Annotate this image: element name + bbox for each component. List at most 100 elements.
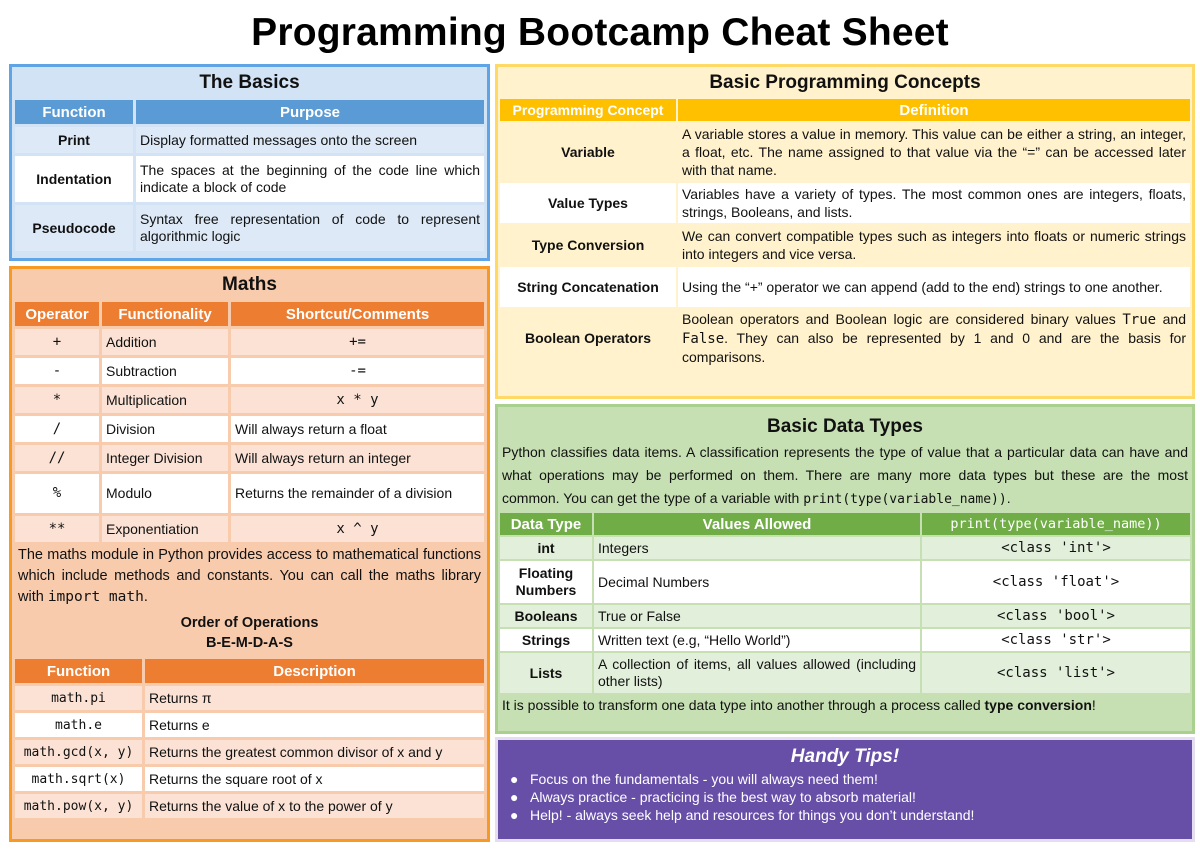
datatypes-intro: Python classifies data items. A classifi… [498, 441, 1192, 511]
function-cell: math.pi [15, 686, 142, 710]
tip-text: Help! - always seek help and resources f… [530, 807, 975, 823]
table-header-row: Operator Functionality Shortcut/Comments [15, 302, 484, 326]
operators-table: Operator Functionality Shortcut/Comments… [12, 299, 487, 545]
basics-table: Function Purpose Print Display formatted… [12, 97, 487, 254]
function-cell: math.sqrt(x) [15, 767, 142, 791]
table-row: math.pow(x, y) Returns the value of x to… [15, 794, 484, 818]
definition-cell: Variables have a variety of types. The m… [678, 183, 1190, 223]
header-definition: Definition [678, 99, 1190, 121]
datatypes-panel: Basic Data Types Python classifies data … [495, 404, 1195, 734]
math-module-text-end: . [143, 589, 148, 605]
print-type-code: print(type(variable_name)) [803, 492, 1007, 507]
table-row: + Addition += [15, 329, 484, 355]
header-function: Function [15, 100, 133, 124]
concepts-table: Programming Concept Definition Variable … [498, 97, 1192, 369]
datatypes-table: Data Type Values Allowed print(type(vari… [498, 511, 1192, 695]
values-cell: A collection of items, all values allowe… [594, 653, 920, 693]
definition-cell: A variable stores a value in memory. Thi… [678, 123, 1190, 181]
list-item: ● Help! - always seek help and resources … [510, 806, 1192, 824]
list-item: ● Focus on the fundamentals - you will al… [510, 770, 1192, 788]
order-title: Order of Operations [180, 615, 319, 631]
header-function: Function [15, 659, 142, 683]
definition-cell: Using the “+” operator we can append (ad… [678, 267, 1190, 307]
table-row: int Integers <class 'int'> [500, 537, 1190, 559]
concept-cell: String Concatenation [500, 267, 676, 307]
table-row: Variable A variable stores a value in me… [500, 123, 1190, 181]
output-cell: <class 'float'> [922, 561, 1190, 603]
tips-list: ● Focus on the fundamentals - you will al… [498, 770, 1192, 824]
operator-cell: - [15, 358, 99, 384]
type-cell: Strings [500, 629, 592, 651]
output-cell: <class 'list'> [922, 653, 1190, 693]
table-header-row: Data Type Values Allowed print(type(vari… [500, 513, 1190, 535]
output-cell: <class 'int'> [922, 537, 1190, 559]
functionality-cell: Division [102, 416, 228, 442]
function-cell: math.gcd(x, y) [15, 740, 142, 764]
header-description: Description [145, 659, 484, 683]
table-row: math.e Returns e [15, 713, 484, 737]
type-cell: int [500, 537, 592, 559]
maths-panel: Maths Operator Functionality Shortcut/Co… [9, 266, 490, 842]
concepts-title: Basic Programming Concepts [709, 72, 981, 93]
operator-cell: ** [15, 516, 99, 542]
description-cell: Returns the greatest common divisor of x… [145, 740, 484, 764]
order-of-operations: Order of Operations B-E-M-D-A-S [12, 613, 487, 653]
purpose-cell: Syntax free representation of code to re… [136, 205, 484, 251]
description-cell: Returns π [145, 686, 484, 710]
concept-cell: Type Conversion [500, 225, 676, 265]
comment-cell: Will always return an integer [231, 445, 484, 471]
definition-cell: We can convert compatible types such as … [678, 225, 1190, 265]
table-row: math.sqrt(x) Returns the square root of … [15, 767, 484, 791]
definition-text: Boolean operators and Boolean logic are … [682, 311, 1123, 327]
operator-cell: % [15, 474, 99, 513]
header-functionality: Functionality [102, 302, 228, 326]
operator-cell: + [15, 329, 99, 355]
functionality-cell: Integer Division [102, 445, 228, 471]
table-header-row: Function Description [15, 659, 484, 683]
table-row: String Concatenation Using the “+” opera… [500, 267, 1190, 307]
comment-cell: -= [231, 358, 484, 384]
bullet-icon: ● [510, 807, 519, 823]
basics-title: The Basics [199, 72, 300, 93]
function-cell: Pseudocode [15, 205, 133, 251]
header-shortcut: Shortcut/Comments [231, 302, 484, 326]
table-row: - Subtraction -= [15, 358, 484, 384]
table-row: math.gcd(x, y) Returns the greatest comm… [15, 740, 484, 764]
tip-text: Always practice - practicing is the best… [530, 789, 916, 805]
math-module-description: The maths module in Python provides acce… [12, 545, 487, 608]
output-cell: <class 'str'> [922, 629, 1190, 651]
purpose-cell: The spaces at the beginning of the code … [136, 156, 484, 202]
header-purpose: Purpose [136, 100, 484, 124]
true-code: True [1122, 312, 1157, 328]
basics-panel: The Basics Function Purpose Print Displa… [9, 64, 490, 261]
description-cell: Returns the square root of x [145, 767, 484, 791]
operator-cell: * [15, 387, 99, 413]
definition-cell: Boolean operators and Boolean logic are … [678, 309, 1190, 367]
table-row: // Integer Division Will always return a… [15, 445, 484, 471]
false-code: False [682, 331, 725, 347]
functionality-cell: Exponentiation [102, 516, 228, 542]
concept-cell: Value Types [500, 183, 676, 223]
function-cell: Print [15, 127, 133, 153]
definition-text: . They can also be represented by 1 and … [682, 330, 1186, 365]
table-row: Print Display formatted messages onto th… [15, 127, 484, 153]
table-row: Booleans True or False <class 'bool'> [500, 605, 1190, 627]
comment-cell: Returns the remainder of a division [231, 474, 484, 513]
concept-cell: Variable [500, 123, 676, 181]
values-cell: Decimal Numbers [594, 561, 920, 603]
values-cell: True or False [594, 605, 920, 627]
table-header-row: Programming Concept Definition [500, 99, 1190, 121]
table-row: / Division Will always return a float [15, 416, 484, 442]
note-bold: type conversion [984, 697, 1092, 713]
comment-cell: += [231, 329, 484, 355]
note-text: It is possible to transform one data typ… [502, 697, 985, 713]
values-cell: Integers [594, 537, 920, 559]
type-conversion-note: It is possible to transform one data typ… [498, 695, 1192, 715]
comment-cell: Will always return a float [231, 416, 484, 442]
intro-text-end: . [1006, 490, 1011, 506]
comment-cell: x ^ y [231, 516, 484, 542]
output-cell: <class 'bool'> [922, 605, 1190, 627]
table-row: * Multiplication x * y [15, 387, 484, 413]
note-text-end: ! [1091, 697, 1096, 713]
function-cell: math.e [15, 713, 142, 737]
